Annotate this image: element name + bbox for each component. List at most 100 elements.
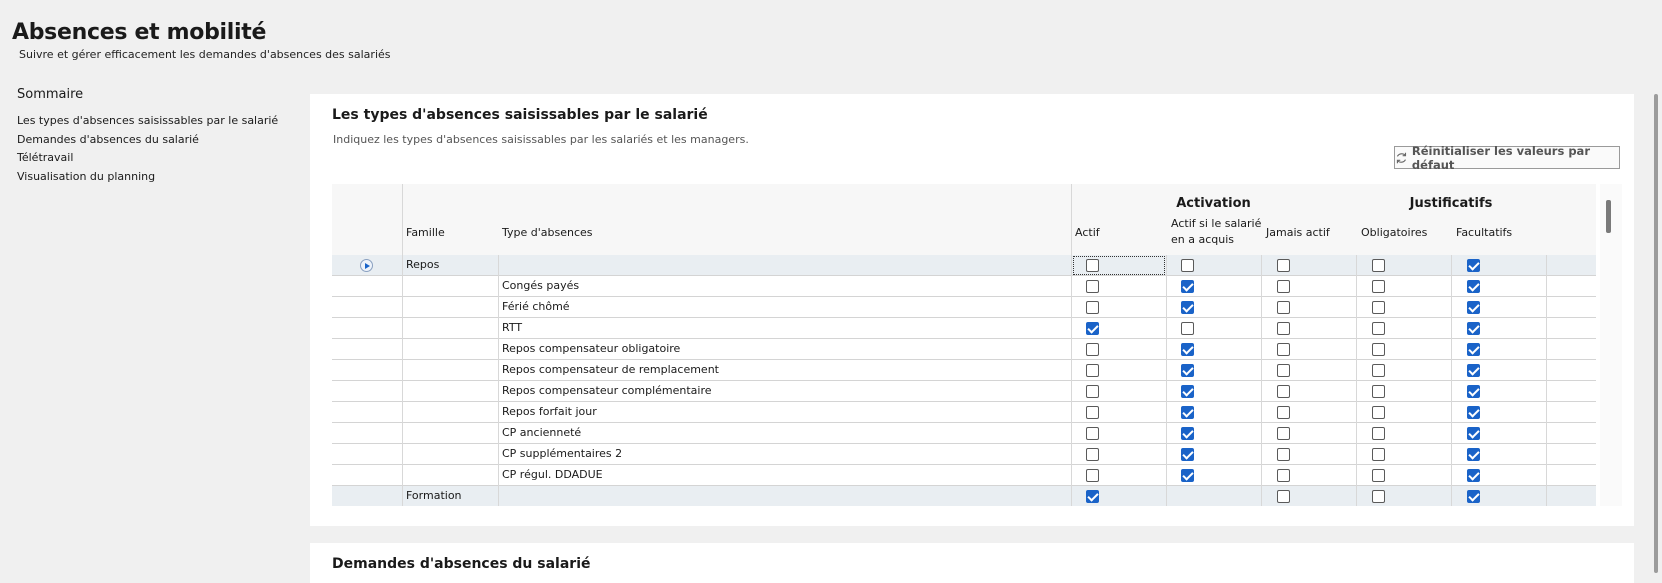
- table-row[interactable]: Férié chômé: [332, 297, 1596, 318]
- checkbox-facultatif[interactable]: [1467, 322, 1480, 335]
- checkbox-actif[interactable]: [1086, 259, 1099, 272]
- checkbox-actif-si-acquis[interactable]: [1181, 385, 1194, 398]
- checkbox-obligatoire[interactable]: [1372, 385, 1385, 398]
- table-row[interactable]: Repos compensateur complémentaire: [332, 381, 1596, 402]
- checkbox-actif-si-acquis[interactable]: [1181, 364, 1194, 377]
- checkbox-facultatif[interactable]: [1467, 343, 1480, 356]
- page-title: Absences et mobilité: [12, 20, 267, 45]
- cell-type-absence: Repos forfait jour: [502, 405, 597, 418]
- checkbox-obligatoire[interactable]: [1372, 427, 1385, 440]
- table-row[interactable]: Congés payés: [332, 276, 1596, 297]
- table-row[interactable]: RTT: [332, 318, 1596, 339]
- checkbox-jamais-actif[interactable]: [1277, 406, 1290, 419]
- checkbox-facultatif[interactable]: [1467, 301, 1480, 314]
- checkbox-actif-si-acquis[interactable]: [1181, 322, 1194, 335]
- checkbox-obligatoire[interactable]: [1372, 259, 1385, 272]
- checkbox-obligatoire[interactable]: [1372, 469, 1385, 482]
- checkbox-actif-si-acquis[interactable]: [1181, 469, 1194, 482]
- grid-header: Activation Justificatifs Famille Type d'…: [332, 184, 1596, 255]
- col-actif-si-acquis-line2: en a acquis: [1171, 233, 1235, 246]
- checkbox-obligatoire[interactable]: [1372, 448, 1385, 461]
- checkbox-obligatoire[interactable]: [1372, 301, 1385, 314]
- checkbox-actif[interactable]: [1086, 490, 1099, 503]
- checkbox-actif[interactable]: [1086, 280, 1099, 293]
- checkbox-jamais-actif[interactable]: [1277, 322, 1290, 335]
- checkbox-jamais-actif[interactable]: [1277, 490, 1290, 503]
- group-justificatifs: Justificatifs: [1409, 196, 1493, 211]
- col-actif-si-acquis-line1: Actif si le salarié: [1171, 217, 1262, 230]
- table-row[interactable]: Repos compensateur obligatoire: [332, 339, 1596, 360]
- checkbox-jamais-actif[interactable]: [1277, 259, 1290, 272]
- cell-type-absence: Repos compensateur complémentaire: [502, 384, 712, 397]
- table-row[interactable]: CP ancienneté: [332, 423, 1596, 444]
- checkbox-jamais-actif[interactable]: [1277, 280, 1290, 293]
- checkbox-actif-si-acquis[interactable]: [1181, 406, 1194, 419]
- checkbox-facultatif[interactable]: [1467, 490, 1480, 503]
- cell-famille: Formation: [406, 489, 462, 502]
- checkbox-facultatif[interactable]: [1467, 385, 1480, 398]
- checkbox-jamais-actif[interactable]: [1277, 364, 1290, 377]
- checkbox-facultatif[interactable]: [1467, 364, 1480, 377]
- checkbox-obligatoire[interactable]: [1372, 322, 1385, 335]
- checkbox-jamais-actif[interactable]: [1277, 469, 1290, 482]
- checkbox-actif[interactable]: [1086, 448, 1099, 461]
- checkbox-actif[interactable]: [1086, 322, 1099, 335]
- checkbox-jamais-actif[interactable]: [1277, 343, 1290, 356]
- checkbox-actif[interactable]: [1086, 385, 1099, 398]
- toc-item-planning[interactable]: Visualisation du planning: [17, 168, 278, 187]
- current-row-indicator-icon: [360, 259, 373, 272]
- checkbox-facultatif[interactable]: [1467, 406, 1480, 419]
- family-row[interactable]: Repos: [332, 255, 1596, 276]
- table-row[interactable]: Repos compensateur de remplacement: [332, 360, 1596, 381]
- checkbox-obligatoire[interactable]: [1372, 406, 1385, 419]
- checkbox-obligatoire[interactable]: [1372, 364, 1385, 377]
- checkbox-obligatoire[interactable]: [1372, 343, 1385, 356]
- checkbox-actif[interactable]: [1086, 427, 1099, 440]
- absence-types-card: Les types d'absences saisissables par le…: [310, 94, 1634, 526]
- checkbox-jamais-actif[interactable]: [1277, 301, 1290, 314]
- checkbox-jamais-actif[interactable]: [1277, 385, 1290, 398]
- checkbox-actif[interactable]: [1086, 364, 1099, 377]
- checkbox-facultatif[interactable]: [1467, 427, 1480, 440]
- checkbox-facultatif[interactable]: [1467, 469, 1480, 482]
- toc-item-demandes-absences[interactable]: Demandes d'absences du salarié: [17, 131, 278, 150]
- checkbox-actif-si-acquis[interactable]: [1181, 301, 1194, 314]
- col-obligatoires: Obligatoires: [1361, 226, 1428, 239]
- checkbox-actif[interactable]: [1086, 406, 1099, 419]
- checkbox-actif[interactable]: [1086, 301, 1099, 314]
- checkbox-obligatoire[interactable]: [1372, 490, 1385, 503]
- cell-type-absence: CP régul. DDADUE: [502, 468, 603, 481]
- toc-item-teletravail[interactable]: Télétravail: [17, 149, 278, 168]
- table-row[interactable]: CP régul. DDADUE: [332, 465, 1596, 486]
- col-famille: Famille: [406, 226, 445, 239]
- page-scrollbar[interactable]: [1654, 94, 1658, 573]
- checkbox-actif-si-acquis[interactable]: [1181, 343, 1194, 356]
- checkbox-jamais-actif[interactable]: [1277, 427, 1290, 440]
- grid-scrollbar-thumb[interactable]: [1606, 200, 1611, 233]
- cell-type-absence: Férié chômé: [502, 300, 570, 313]
- col-type: Type d'absences: [502, 226, 593, 239]
- checkbox-facultatif[interactable]: [1467, 259, 1480, 272]
- family-row[interactable]: Formation: [332, 486, 1596, 506]
- checkbox-jamais-actif[interactable]: [1277, 448, 1290, 461]
- checkbox-obligatoire[interactable]: [1372, 280, 1385, 293]
- grid-scrollbar[interactable]: [1600, 184, 1622, 506]
- absence-types-grid: Activation Justificatifs Famille Type d'…: [332, 184, 1622, 506]
- cell-type-absence: CP ancienneté: [502, 426, 582, 439]
- col-facultatifs: Facultatifs: [1456, 226, 1513, 239]
- checkbox-actif[interactable]: [1086, 343, 1099, 356]
- checkbox-actif-si-acquis[interactable]: [1181, 280, 1194, 293]
- checkbox-actif[interactable]: [1086, 469, 1099, 482]
- reset-defaults-button[interactable]: Réinitialiser les valeurs par défaut: [1394, 144, 1620, 172]
- checkbox-actif-si-acquis[interactable]: [1181, 259, 1194, 272]
- table-row[interactable]: Repos forfait jour: [332, 402, 1596, 423]
- toc-list: Les types d'absences saisissables par le…: [17, 112, 278, 186]
- checkbox-facultatif[interactable]: [1467, 448, 1480, 461]
- cell-type-absence: Congés payés: [502, 279, 580, 292]
- checkbox-facultatif[interactable]: [1467, 280, 1480, 293]
- checkbox-actif-si-acquis[interactable]: [1181, 448, 1194, 461]
- checkbox-actif-si-acquis[interactable]: [1181, 427, 1194, 440]
- toc-item-types-absences[interactable]: Les types d'absences saisissables par le…: [17, 112, 278, 131]
- cell-famille: Repos: [406, 258, 440, 271]
- table-row[interactable]: CP supplémentaires 2: [332, 444, 1596, 465]
